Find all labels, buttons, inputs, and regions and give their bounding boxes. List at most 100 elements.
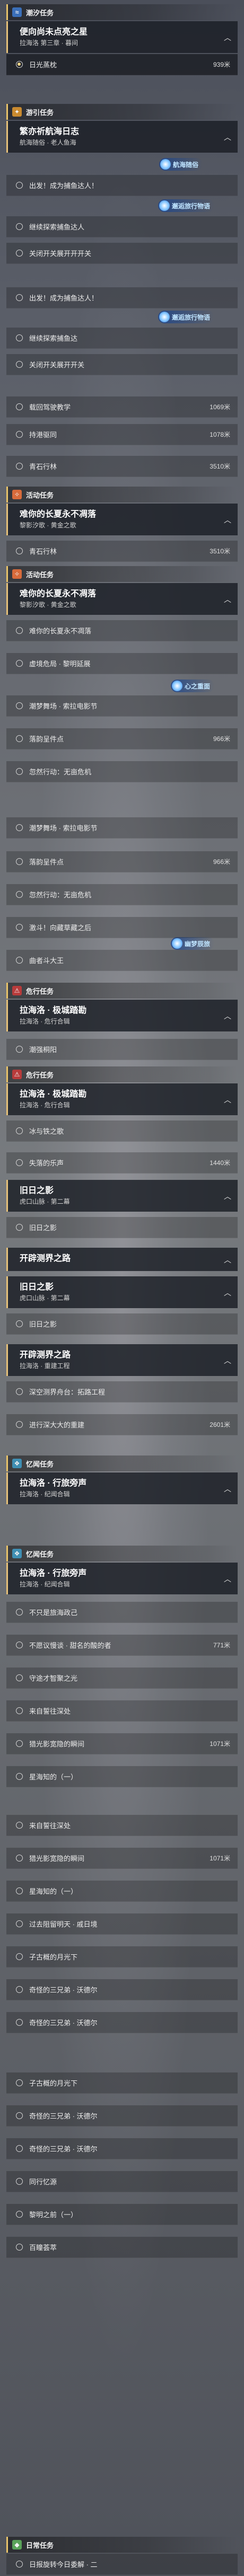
step-target-icon (16, 2561, 23, 2568)
step-label: 潮梦舞场 · 索拉电影节 (29, 824, 98, 832)
quest-step[interactable]: 来自誓往深处 (6, 1700, 238, 1722)
chevron-up-icon[interactable]: ︿ (224, 1484, 231, 1494)
quest-step[interactable]: 守途才智聚之光 (6, 1668, 238, 1689)
quest-step[interactable]: 青石行林 3510米 (6, 541, 238, 562)
category-memory[interactable]: ❖ 忆闻任务 (6, 1455, 238, 1471)
chevron-up-icon[interactable]: ︿ (224, 132, 231, 143)
category-danger[interactable]: ⚠ 危行任务 (6, 983, 238, 999)
category-event[interactable]: ✧ 活动任务 (6, 487, 238, 502)
quest-step[interactable]: 旧日之影 (6, 1217, 238, 1238)
chevron-up-icon[interactable]: ︿ (224, 1095, 231, 1105)
quest-card[interactable]: 拉海洛 · 极城踏勘 拉海洛 · 危行合辑 ︿ (6, 1000, 238, 1031)
quest-step[interactable]: 奇怪的三兄弟 · 沃德尔 (6, 1979, 238, 2000)
quest-step[interactable]: 忽然行动：无亩危机 (6, 761, 238, 782)
chevron-up-icon[interactable]: ︿ (224, 594, 231, 605)
quest-step[interactable]: 猎光影宽隐的瞬间 1071米 (6, 1733, 238, 1754)
quest-step[interactable]: 冰与铁之歌 (6, 1121, 238, 1142)
quest-step[interactable]: 虚境危局 · 黎明延展 (6, 653, 238, 674)
quest-step[interactable]: 青石行林 3510米 (6, 456, 238, 477)
quest-step[interactable]: 忽然行动：无亩危机 (6, 884, 238, 905)
quest-step[interactable]: 曲者斗大王 (6, 950, 238, 971)
category-event[interactable]: ✧ 活动任务 (6, 566, 238, 582)
category-tide[interactable]: ≈ 潮汐任务 (6, 4, 238, 20)
quest-step[interactable]: 日报旋转今日委解 · 二 (6, 2554, 238, 2575)
chevron-up-icon[interactable]: ︿ (224, 1191, 231, 1202)
quest-step[interactable]: 进行深大大的重建 2601米 (6, 1414, 238, 1435)
badge-label: 幽梦辰旅 (185, 940, 211, 948)
tag-badge: 邂逅旅行物语 (158, 199, 215, 212)
compass-icon: ✦ (12, 107, 22, 117)
quest-step[interactable]: 百瞳荟萃 (6, 2237, 238, 2258)
quest-step[interactable]: 继续探索捕鱼达人 (6, 216, 238, 237)
quest-step[interactable]: 载回驾驶教学 1069米 (6, 396, 238, 418)
quest-step[interactable]: 日光蒸枕 939米 (6, 54, 238, 75)
quest-step[interactable]: 潮梦舞场 · 索拉电影节 (6, 695, 238, 717)
quest-step[interactable]: 猎光影宽隐的瞬间 1071米 (6, 1848, 238, 1869)
quest-card[interactable]: 拉海洛 · 行旅旁声 拉海洛 · 纪闻合辑 ︿ (6, 1472, 238, 1504)
quest-card[interactable]: 开辟测界之路 拉海洛 · 重建工程 ︿ (6, 1344, 238, 1376)
quest-step[interactable]: 落韵呈件点 966米 (6, 851, 238, 872)
quest-step[interactable]: 奇怪的三兄弟 · 沃德尔 (6, 2138, 238, 2159)
chevron-up-icon[interactable]: ︿ (224, 1255, 231, 1265)
quest-step[interactable]: 潮强桐阳 (6, 1039, 238, 1060)
quest-step[interactable]: 子古概的月光下 (6, 2072, 238, 2094)
quest-step[interactable]: 出发！成为捕鱼达人！ (6, 287, 238, 308)
quest-step[interactable]: 奇怪的三兄弟 · 沃德尔 (6, 2105, 238, 2127)
tide-icon: ≈ (12, 7, 22, 17)
quest-step[interactable]: 失落的乐声 1440米 (6, 1152, 238, 1174)
quest-card[interactable]: 难你的长夏永不凋落 黎影汐歌 · 黄金之歌 ︿ (6, 504, 238, 535)
quest-step[interactable]: 子古概的月光下 (6, 1946, 238, 1968)
chevron-up-icon[interactable]: ︿ (224, 1355, 231, 1366)
step-label: 曲者斗大王 (29, 957, 64, 965)
chevron-up-icon[interactable]: ︿ (224, 1287, 231, 1298)
step-distance: 1078米 (210, 431, 230, 438)
chevron-up-icon[interactable]: ︿ (224, 1011, 231, 1021)
quest-step[interactable]: 持港驱同 1078米 (6, 424, 238, 445)
quest-step[interactable]: 继续探索捕鱼达 (6, 328, 238, 349)
chevron-up-icon[interactable]: ︿ (224, 515, 231, 525)
quest-step[interactable]: 不只是旅海政己 (6, 1602, 238, 1623)
category-adventure[interactable]: ✦ 游引任务 (6, 104, 238, 120)
quest-step[interactable]: 难你的长夏永不凋落 (6, 620, 238, 641)
step-target-icon (16, 1159, 23, 1166)
quest-step[interactable]: 关闭开关展开开开关 (6, 243, 238, 264)
quest-step[interactable]: 不愿议慢谈 · 甜名的酸的者 771米 (6, 1635, 238, 1656)
quest-step[interactable]: 星海知的（一） (6, 1766, 238, 1787)
quest-step[interactable]: 关闭开关展开开关 (6, 354, 238, 375)
step-target-icon (16, 924, 23, 931)
step-label: 百瞳荟萃 (29, 2244, 57, 2252)
quest-step[interactable]: 过去阻留明天 · 戚日境 (6, 1913, 238, 1935)
quest-step[interactable]: 出发！成为捕鱼达人！ (6, 175, 238, 196)
quest-card[interactable]: 难你的长夏永不凋落 黎影汐歌 · 黄金之歌 ︿ (6, 583, 238, 615)
quest-step[interactable]: 旧日之影 (6, 1313, 238, 1335)
quest-card[interactable]: 拉海洛 · 行旅旁声 拉海洛 · 纪闻合辑 ︿ (6, 1563, 238, 1594)
category-danger[interactable]: ⚠ 危行任务 (6, 1066, 238, 1082)
quest-step[interactable]: 同行忆源 (6, 2171, 238, 2192)
quest-card[interactable]: 旧日之影 虎口山脉 · 第二幕 ︿ (6, 1180, 238, 1212)
quest-step[interactable]: 来自誓往深处 (6, 1815, 238, 1836)
step-distance: 1071米 (210, 1855, 230, 1862)
quest-subtitle: 拉海洛 · 危行合辑 (20, 1101, 70, 1109)
quest-card[interactable]: 繁亦祈航海日志 航海随俗 · 老人鱼海 ︿ (6, 121, 238, 153)
quest-card[interactable]: 旧日之影 虎口山脉 · 第二幕 ︿ (6, 1276, 238, 1308)
chevron-up-icon[interactable]: ︿ (224, 1574, 231, 1584)
quest-step[interactable]: 黎明之前（一） (6, 2204, 238, 2225)
quest-step[interactable]: 奇怪的三兄弟 · 沃德尔 (6, 2012, 238, 2033)
event-icon: ✧ (12, 490, 22, 499)
event-icon: ✧ (12, 569, 22, 579)
step-label: 猎光影宽隐的瞬间 (29, 1740, 85, 1748)
step-label: 出发！成为捕鱼达人！ (29, 294, 99, 302)
quest-card[interactable]: 开辟测界之路 ︿ (6, 1248, 238, 1271)
quest-step[interactable]: 深空测界舟台：拓路工程 (6, 1381, 238, 1402)
category-memory[interactable]: ❖ 忆闻任务 (6, 1546, 238, 1562)
step-target-icon (16, 702, 23, 709)
chevron-up-icon[interactable]: ︿ (224, 32, 231, 43)
step-target-icon (16, 1642, 23, 1648)
quest-step[interactable]: 落韵呈件点 966米 (6, 728, 238, 749)
quest-step[interactable]: 潮梦舞场 · 索拉电影节 (6, 817, 238, 839)
category-daily[interactable]: ◆ 日常任务 (6, 2537, 238, 2553)
quest-card[interactable]: 便向尚未点亮之星 拉海洛 第三章 · 暮间 ︿ (6, 21, 238, 53)
quest-step[interactable]: 星海知的（一） (6, 1881, 238, 1902)
quest-card[interactable]: 拉海洛 · 极城踏勘 拉海洛 · 危行合辑 ︿ (6, 1083, 238, 1115)
quest-step[interactable]: 激斗！向藏草藏之后 (6, 917, 238, 938)
